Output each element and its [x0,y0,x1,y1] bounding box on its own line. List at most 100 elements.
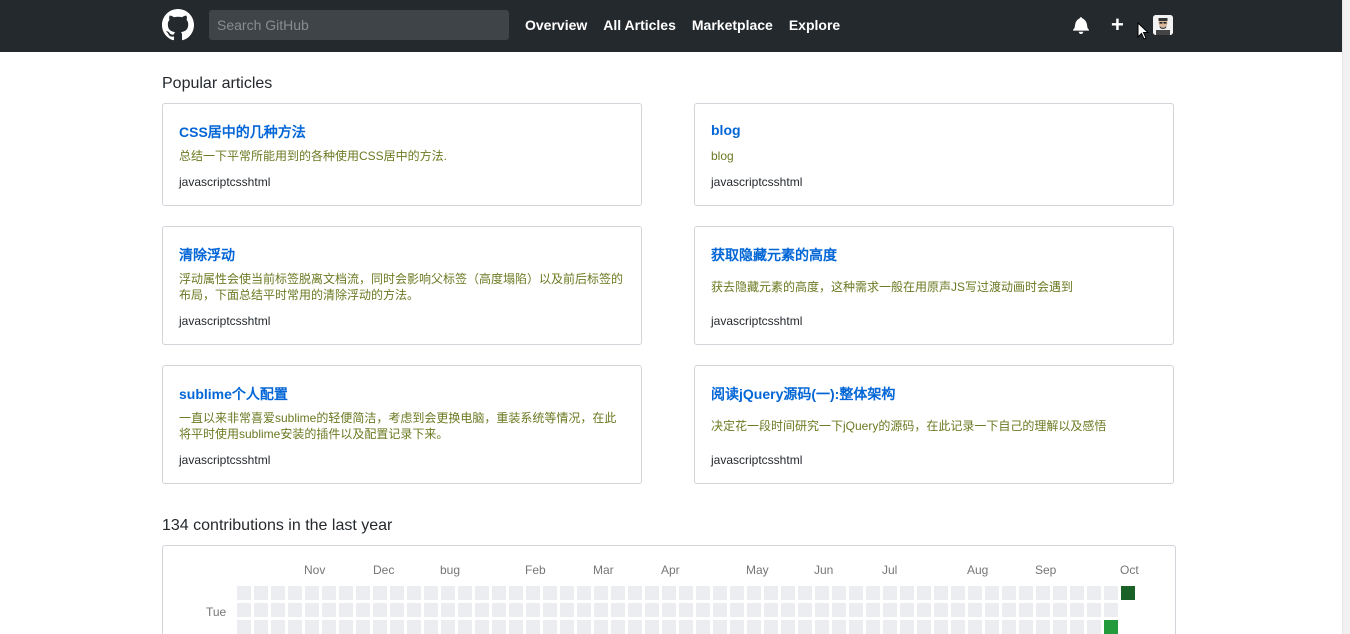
contribution-day-cell[interactable] [883,586,897,600]
contribution-day-cell[interactable] [866,620,880,634]
contribution-day-cell[interactable] [237,603,251,617]
contribution-day-cell[interactable] [815,603,829,617]
contribution-day-cell[interactable] [1070,603,1084,617]
contribution-day-cell[interactable] [645,586,659,600]
contribution-day-cell[interactable] [951,603,965,617]
contribution-day-cell[interactable] [900,603,914,617]
contribution-day-cell[interactable] [679,603,693,617]
contribution-day-cell[interactable] [883,620,897,634]
contribution-day-cell[interactable] [1070,620,1084,634]
contribution-day-cell[interactable] [271,603,285,617]
article-title-link[interactable]: 获取隐藏元素的高度 [711,245,837,265]
contribution-day-cell[interactable] [645,620,659,634]
contribution-day-cell[interactable] [815,586,829,600]
contribution-day-cell[interactable] [662,586,676,600]
page-scrollbar[interactable] [1342,0,1350,634]
contribution-day-cell[interactable] [1053,586,1067,600]
contribution-day-cell[interactable] [1087,620,1101,634]
contribution-day-cell[interactable] [254,620,268,634]
contribution-day-cell[interactable] [611,586,625,600]
contribution-day-cell[interactable] [900,586,914,600]
contribution-day-cell[interactable] [1121,586,1135,600]
contribution-day-cell[interactable] [628,603,642,617]
contribution-day-cell[interactable] [492,586,506,600]
contribution-day-cell[interactable] [1087,603,1101,617]
contribution-day-cell[interactable] [305,586,319,600]
contribution-day-cell[interactable] [509,603,523,617]
contribution-day-cell[interactable] [1019,620,1033,634]
contribution-day-cell[interactable] [577,586,591,600]
contribution-day-cell[interactable] [849,586,863,600]
contribution-day-cell[interactable] [373,620,387,634]
contribution-day-cell[interactable] [356,620,370,634]
contribution-day-cell[interactable] [1104,620,1118,634]
contribution-day-cell[interactable] [509,586,523,600]
contribution-day-cell[interactable] [781,620,795,634]
contribution-day-cell[interactable] [475,620,489,634]
contribution-day-cell[interactable] [322,586,336,600]
contribution-day-cell[interactable] [458,620,472,634]
contribution-day-cell[interactable] [407,603,421,617]
contribution-day-cell[interactable] [475,586,489,600]
contribution-day-cell[interactable] [271,586,285,600]
contribution-day-cell[interactable] [1036,586,1050,600]
contribution-day-cell[interactable] [866,603,880,617]
contribution-day-cell[interactable] [441,603,455,617]
contribution-day-cell[interactable] [543,603,557,617]
contribution-day-cell[interactable] [968,620,982,634]
contribution-day-cell[interactable] [458,603,472,617]
contribution-day-cell[interactable] [968,603,982,617]
contribution-day-cell[interactable] [424,603,438,617]
contribution-day-cell[interactable] [373,586,387,600]
contribution-day-cell[interactable] [288,620,302,634]
contribution-day-cell[interactable] [594,620,608,634]
contribution-day-cell[interactable] [1070,586,1084,600]
contribution-day-cell[interactable] [747,603,761,617]
contribution-day-cell[interactable] [1019,603,1033,617]
contribution-day-cell[interactable] [492,603,506,617]
contribution-day-cell[interactable] [424,620,438,634]
contribution-day-cell[interactable] [1104,586,1118,600]
contribution-day-cell[interactable] [662,603,676,617]
contribution-day-cell[interactable] [679,620,693,634]
contribution-day-cell[interactable] [781,586,795,600]
contribution-day-cell[interactable] [305,620,319,634]
contribution-day-cell[interactable] [390,620,404,634]
contribution-day-cell[interactable] [832,620,846,634]
contribution-day-cell[interactable] [441,620,455,634]
contribution-day-cell[interactable] [747,620,761,634]
contribution-day-cell[interactable] [781,603,795,617]
contribution-day-cell[interactable] [1053,603,1067,617]
contribution-day-cell[interactable] [934,586,948,600]
contribution-day-cell[interactable] [237,620,251,634]
contribution-day-cell[interactable] [917,586,931,600]
contribution-day-cell[interactable] [645,603,659,617]
plus-icon[interactable]: + [1111,14,1124,36]
contribution-day-cell[interactable] [492,620,506,634]
avatar[interactable] [1153,15,1173,35]
contribution-day-cell[interactable] [662,620,676,634]
contribution-day-cell[interactable] [441,586,455,600]
contribution-day-cell[interactable] [577,603,591,617]
contribution-day-cell[interactable] [594,586,608,600]
contribution-day-cell[interactable] [696,586,710,600]
contribution-day-cell[interactable] [730,603,744,617]
contribution-day-cell[interactable] [390,603,404,617]
contribution-day-cell[interactable] [526,620,540,634]
contribution-day-cell[interactable] [764,620,778,634]
contribution-day-cell[interactable] [373,603,387,617]
contribution-day-cell[interactable] [968,586,982,600]
contribution-day-cell[interactable] [985,603,999,617]
contribution-day-cell[interactable] [832,586,846,600]
contribution-day-cell[interactable] [254,586,268,600]
contribution-day-cell[interactable] [985,586,999,600]
contribution-day-cell[interactable] [458,586,472,600]
contribution-day-cell[interactable] [713,620,727,634]
contribution-day-cell[interactable] [271,620,285,634]
contribution-day-cell[interactable] [934,603,948,617]
contribution-day-cell[interactable] [339,620,353,634]
contribution-day-cell[interactable] [526,603,540,617]
contribution-day-cell[interactable] [764,603,778,617]
contribution-day-cell[interactable] [713,603,727,617]
contribution-day-cell[interactable] [917,603,931,617]
